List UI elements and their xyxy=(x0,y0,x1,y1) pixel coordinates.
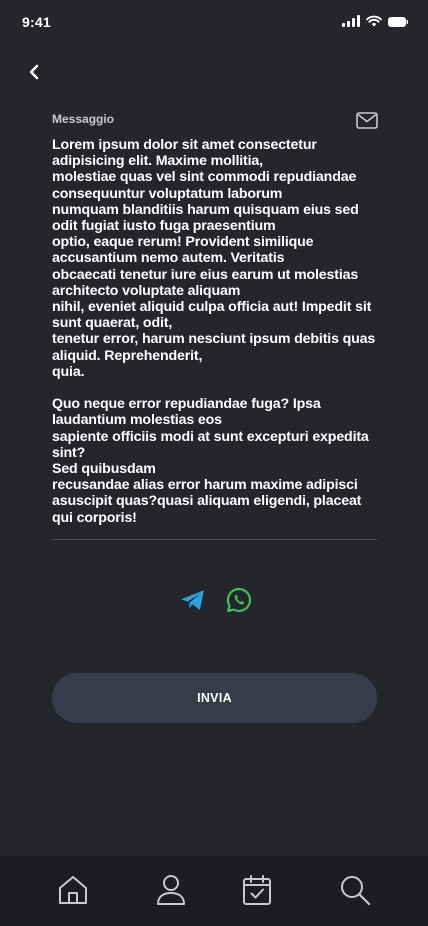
tab-bar xyxy=(0,856,428,926)
home-icon xyxy=(57,874,89,911)
tab-profile[interactable] xyxy=(153,874,189,910)
telegram-icon xyxy=(180,589,206,616)
signal-icon xyxy=(342,14,360,32)
mail-button[interactable] xyxy=(355,111,379,135)
back-button[interactable] xyxy=(20,60,48,88)
status-bar: 9:41 xyxy=(0,0,428,44)
send-button[interactable]: INVIA xyxy=(52,673,377,723)
message-label: Messaggio xyxy=(52,112,115,126)
chevron-left-icon xyxy=(27,63,41,86)
tab-home[interactable] xyxy=(55,874,91,910)
envelope-icon xyxy=(356,112,378,134)
status-icons xyxy=(342,14,408,32)
whatsapp-icon xyxy=(226,587,252,618)
battery-icon xyxy=(388,14,408,32)
user-icon xyxy=(156,874,186,911)
search-icon xyxy=(339,874,371,911)
message-textarea[interactable]: Lorem ipsum dolor sit amet consectetur a… xyxy=(52,137,380,526)
divider xyxy=(52,539,377,540)
whatsapp-share-button[interactable] xyxy=(225,587,253,618)
calendar-check-icon xyxy=(242,874,272,911)
share-row xyxy=(179,587,253,618)
wifi-icon xyxy=(366,14,382,32)
status-time: 9:41 xyxy=(22,14,51,30)
tab-search[interactable] xyxy=(337,874,373,910)
tab-calendar[interactable] xyxy=(239,874,275,910)
telegram-share-button[interactable] xyxy=(179,588,207,616)
